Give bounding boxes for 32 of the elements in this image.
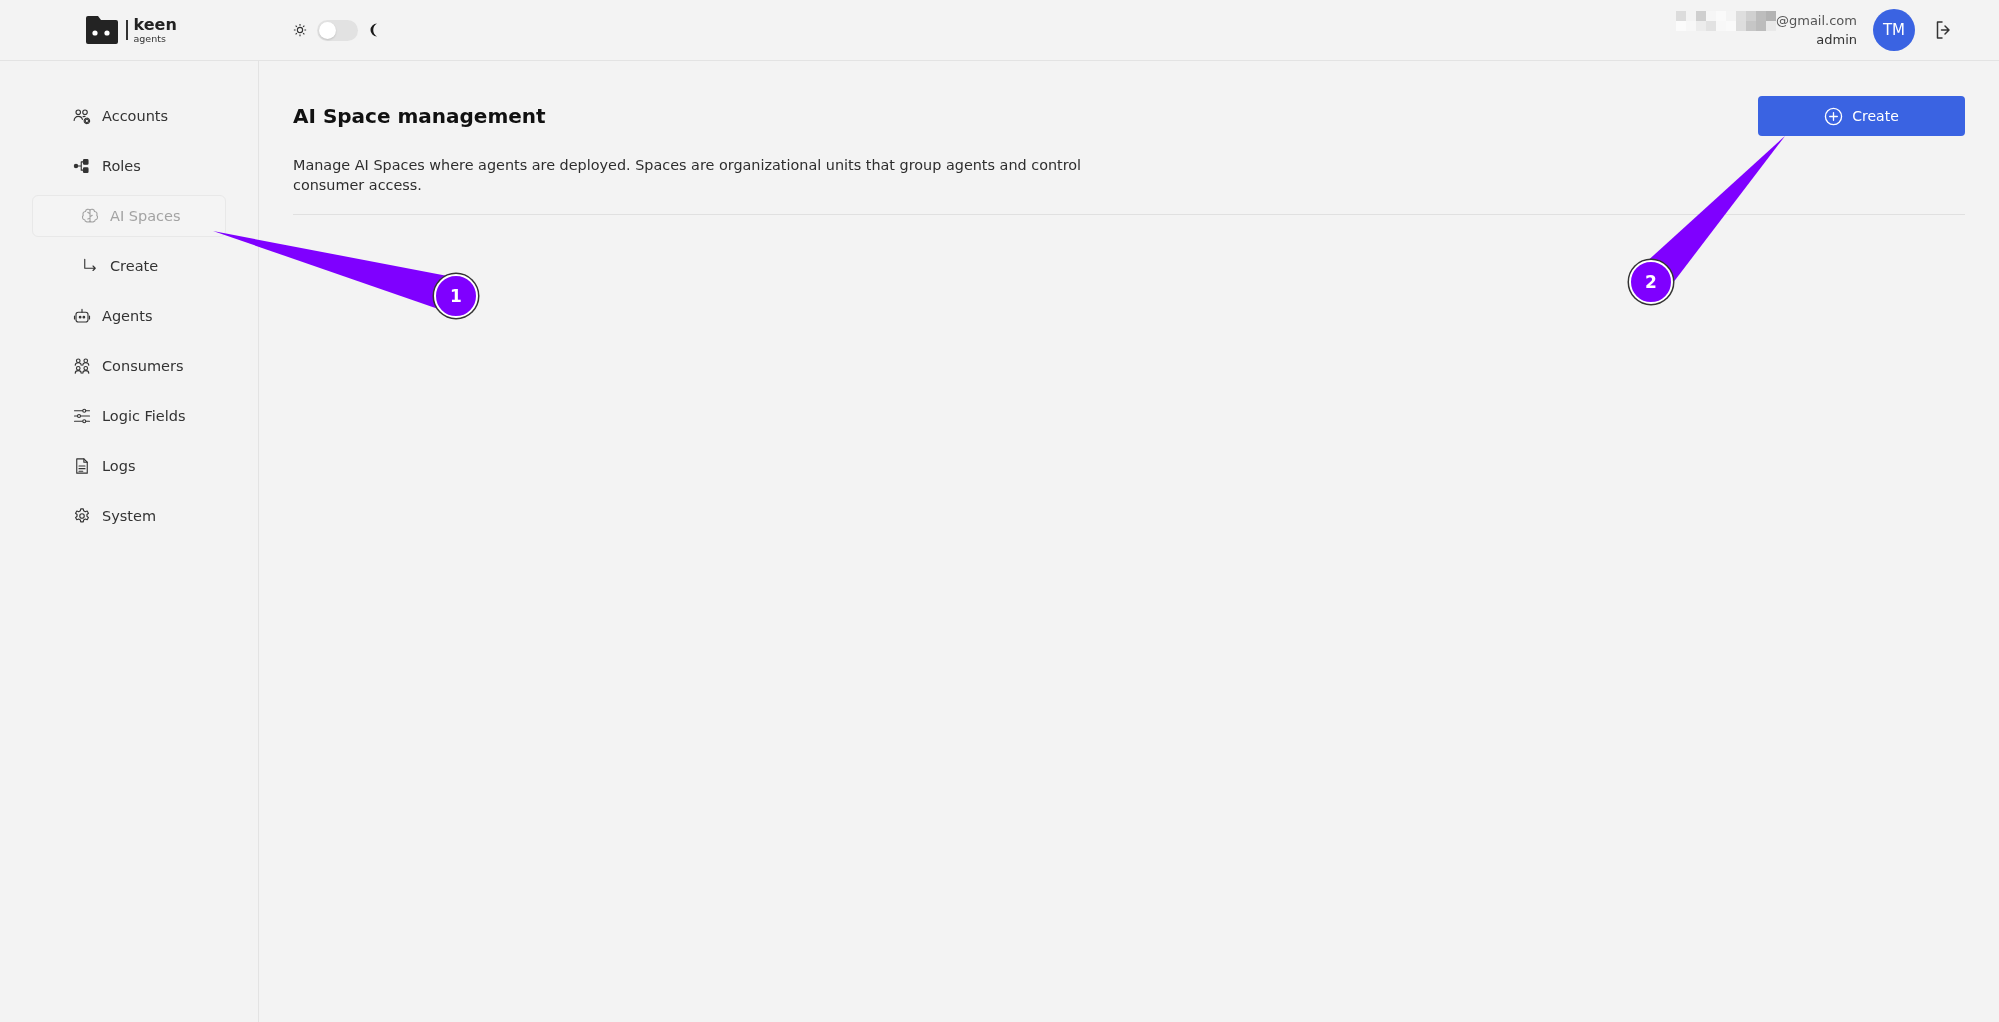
- sidebar-item[interactable]: Consumers: [32, 345, 226, 387]
- sliders-icon: [73, 407, 91, 425]
- user-email: @gmail.com: [1776, 12, 1857, 30]
- moon-icon: [369, 23, 378, 37]
- step-number-marker: 2: [1629, 260, 1673, 304]
- brain-icon: [81, 207, 99, 225]
- create-button[interactable]: Create: [1758, 96, 1965, 136]
- theme-toggle[interactable]: [316, 19, 358, 41]
- settings-icon: [73, 507, 91, 525]
- sidebar-item[interactable]: Logs: [32, 445, 226, 487]
- sidebar-item[interactable]: Agents: [32, 295, 226, 337]
- robot-icon: [73, 307, 91, 325]
- page-description: Manage AI Spaces where agents are deployed. Spaces are organizational units that group agents and control consumer access.: [293, 156, 1083, 195]
- step-number-marker: 1: [434, 274, 478, 318]
- people-gear-icon: [73, 107, 91, 125]
- sidebar-item[interactable]: Roles: [32, 145, 226, 187]
- plus-circle-icon: [1824, 106, 1844, 126]
- folder-logo-icon: [86, 16, 118, 44]
- pixel-mosaic-icon: [1676, 11, 1776, 31]
- sun-icon: [292, 23, 307, 37]
- sidebar-item[interactable]: Accounts: [32, 95, 226, 137]
- sidebar-item[interactable]: System: [32, 495, 226, 537]
- sidebar-item[interactable]: Logic Fields: [32, 395, 226, 437]
- logo-wordmark: keen: [133, 16, 177, 33]
- node-tree-icon: [73, 157, 91, 175]
- document-icon: [73, 457, 91, 475]
- logo-tagline: agents: [133, 33, 167, 44]
- people-group-icon: [73, 357, 91, 375]
- sidebar-subitem[interactable]: Create: [32, 245, 226, 287]
- page-title: AI Space management: [293, 104, 546, 128]
- user-role: admin: [1816, 31, 1857, 49]
- user-avatar[interactable]: TM: [1873, 9, 1915, 51]
